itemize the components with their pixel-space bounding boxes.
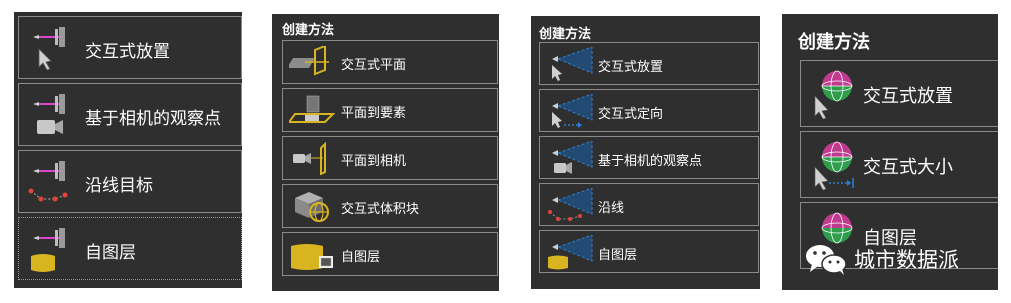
item-label: 平面到相机 [341, 154, 407, 169]
viewshed-line-icon [548, 188, 593, 221]
item-label: 基于相机的观察点 [598, 154, 703, 169]
item-label: 沿线 [598, 201, 625, 216]
interactive-plane-icon [289, 46, 329, 76]
item-label: 交互式放置 [85, 42, 170, 62]
plane-creation-panel: 创建方法 交互式平面 平面到要素 平面到相机 交互式体积块 自图层 [272, 14, 499, 291]
plane-to-camera-button[interactable]: 平面到相机 [282, 136, 498, 180]
item-label: 自图层 [341, 250, 381, 265]
viewshed-orient-icon [552, 94, 593, 128]
panel-title: 创建方法 [798, 32, 870, 53]
panel-title: 创建方法 [539, 27, 592, 42]
plane-to-feature-icon [289, 95, 336, 123]
camera-target-panel: 交互式放置 基于相机的观察点 沿线目标 自图层 [14, 12, 242, 288]
camera-target-camera-icon [33, 94, 65, 134]
interactive-placement-button[interactable]: 交互式放置 [800, 60, 998, 127]
interactive-orientation-button[interactable]: 交互式定向 [539, 89, 759, 132]
viewshed-camera-icon [552, 141, 593, 174]
item-label: 交互式放置 [598, 60, 664, 75]
interactive-size-button[interactable]: 交互式大小 [800, 131, 998, 198]
item-label: 自图层 [85, 243, 136, 263]
item-label: 交互式定向 [598, 107, 664, 122]
interactive-placement-button[interactable]: 交互式放置 [539, 42, 759, 85]
item-label: 交互式平面 [341, 58, 407, 73]
panel-title: 创建方法 [282, 23, 335, 38]
sphere-size-icon [814, 141, 854, 191]
camera-target-layer-icon [31, 228, 65, 272]
interactive-plane-button[interactable]: 交互式平面 [282, 40, 498, 84]
from-layer-button[interactable]: 自图层 [539, 230, 759, 273]
interactive-volume-icon [295, 192, 329, 222]
interactive-volume-button[interactable]: 交互式体积块 [282, 184, 498, 228]
item-label: 交互式体积块 [341, 202, 420, 217]
plane-to-camera-icon [293, 142, 326, 175]
item-label: 平面到要素 [341, 106, 407, 121]
from-layer-button[interactable]: 自图层 [282, 232, 498, 276]
camera-observer-button[interactable]: 基于相机的观察点 [18, 83, 242, 146]
viewshed-creation-panel: 创建方法 交互式放置 交互式定向 基于相机的观察点 沿线 自图层 [531, 16, 760, 289]
wechat-icon [806, 245, 847, 275]
camera-observer-button[interactable]: 基于相机的观察点 [539, 136, 759, 179]
from-layer-icon [291, 244, 333, 270]
plane-to-feature-button[interactable]: 平面到要素 [282, 88, 498, 132]
item-label: 交互式大小 [863, 157, 953, 178]
viewshed-layer-icon [548, 235, 593, 270]
camera-target-cursor-icon [33, 27, 65, 71]
along-line-target-button[interactable]: 沿线目标 [18, 150, 242, 213]
from-layer-button[interactable]: 自图层 [18, 217, 242, 280]
interactive-placement-button[interactable]: 交互式放置 [18, 16, 242, 79]
item-label: 沿线目标 [85, 176, 153, 196]
camera-target-line-icon [28, 161, 68, 202]
watermark-text: 城市数据派 [854, 248, 959, 272]
along-line-button[interactable]: 沿线 [539, 183, 759, 226]
item-label: 交互式放置 [863, 86, 953, 107]
item-label: 自图层 [598, 248, 638, 263]
sphere-cursor-icon [814, 70, 853, 120]
item-label: 基于相机的观察点 [85, 109, 221, 129]
viewshed-cursor-icon [552, 47, 593, 81]
watermark: 城市数据派 [804, 240, 984, 278]
